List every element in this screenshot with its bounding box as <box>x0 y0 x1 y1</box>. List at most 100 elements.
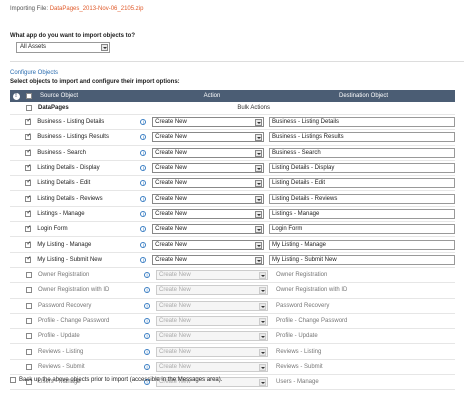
action-value: Create New <box>155 195 187 202</box>
row-checkbox[interactable] <box>25 117 32 126</box>
destination-input[interactable]: Listing Details - Edit <box>268 178 455 189</box>
action-select[interactable]: Create New <box>152 178 265 189</box>
destination-input[interactable]: Listings - Manage <box>268 208 455 219</box>
chevron-down-icon <box>259 272 266 280</box>
row-checkbox[interactable] <box>26 333 32 340</box>
select-all-checkbox[interactable] <box>26 93 32 99</box>
table-row: Listings - Manage i Create New Listings - M… <box>10 207 455 223</box>
chevron-down-icon <box>259 379 266 387</box>
info-icon[interactable]: i <box>140 119 147 126</box>
info-icon[interactable]: i <box>140 241 147 249</box>
app-select[interactable]: All Assets <box>16 42 110 53</box>
info-icon[interactable]: i <box>140 256 147 264</box>
instructions: Select objects to import and configure t… <box>10 79 180 85</box>
source-object: Profile - Update <box>38 333 80 340</box>
action-select[interactable]: Create New <box>156 361 268 372</box>
info-icon[interactable]: i <box>144 287 150 294</box>
action-select[interactable]: Create New <box>152 239 265 250</box>
row-checkbox[interactable] <box>26 287 32 294</box>
backup-checkbox[interactable] <box>10 377 16 383</box>
row-checkbox[interactable] <box>25 194 32 202</box>
configure-objects-label: Configure Objects <box>10 70 59 76</box>
group-checkbox[interactable] <box>26 105 32 111</box>
action-select[interactable]: Create New <box>152 147 265 158</box>
info-icon[interactable]: i <box>140 134 147 141</box>
destination-input[interactable]: Login Form <box>268 224 455 235</box>
chevron-down-icon <box>255 195 263 203</box>
source-object: Reviews - Submit <box>38 363 85 370</box>
row-checkbox[interactable] <box>25 178 32 187</box>
destination-text: Profile - Change Password <box>276 318 348 324</box>
destination-input[interactable]: Business - Listing Details <box>268 117 455 128</box>
row-checkbox[interactable] <box>26 348 32 355</box>
row-checkbox[interactable] <box>25 163 32 172</box>
action-select[interactable]: Create New <box>152 117 265 128</box>
row-checkbox[interactable] <box>25 132 32 141</box>
row-checkbox[interactable] <box>26 318 32 324</box>
action-select[interactable]: Create New <box>156 300 268 311</box>
action-value: Create New <box>159 333 191 340</box>
info-icon[interactable]: i <box>140 195 147 203</box>
action-select[interactable]: Create New <box>156 346 268 357</box>
destination-input[interactable]: Listing Details - Reviews <box>268 193 455 204</box>
info-icon[interactable]: i <box>144 302 150 310</box>
table-row: My Listing - Manage i Create New My Listing… <box>10 237 455 253</box>
row-checkbox[interactable] <box>25 224 32 233</box>
chevron-down-icon <box>255 149 263 157</box>
row-checkbox[interactable] <box>25 240 32 248</box>
row-checkbox[interactable] <box>25 148 32 156</box>
destination-input[interactable]: My Listing - Submit New <box>268 254 455 265</box>
action-select[interactable]: Create New <box>156 316 268 326</box>
bulk-actions-link[interactable]: Bulk Actions <box>154 105 274 111</box>
info-icon[interactable]: i <box>140 180 147 187</box>
destination-input[interactable]: Business - Search <box>268 147 455 158</box>
source-object: Owner Registration <box>38 272 90 279</box>
action-select[interactable]: Create New <box>156 285 268 296</box>
row-checkbox[interactable] <box>26 302 32 309</box>
importing-file-line: Importing File: DataPages_2013-Nov-06_21… <box>10 6 143 12</box>
action-select[interactable]: Create New <box>152 193 265 204</box>
info-icon[interactable]: i <box>140 226 147 233</box>
source-object: Owner Registration with ID <box>38 287 110 294</box>
action-value: Create New <box>155 149 187 156</box>
row-checkbox[interactable] <box>25 255 32 263</box>
info-icon[interactable]: i <box>144 348 150 356</box>
action-select[interactable]: Create New <box>152 224 265 235</box>
info-icon[interactable]: i <box>144 333 150 340</box>
info-icon[interactable]: i <box>144 272 150 279</box>
source-object: Business - Listing Details <box>37 119 105 126</box>
action-select[interactable]: Create New <box>152 132 265 143</box>
action-select[interactable]: Create New <box>152 208 265 219</box>
info-icon[interactable]: i <box>140 165 147 172</box>
action-value: Create New <box>159 302 191 309</box>
action-value: Create New <box>155 119 187 126</box>
header-destination: Destination Object <box>338 93 389 99</box>
destination-text: Owner Registration with ID <box>276 287 348 294</box>
action-select[interactable]: Create New <box>156 270 268 281</box>
action-select[interactable]: Create New <box>152 163 265 174</box>
destination-input[interactable]: Listing Details - Display <box>268 163 455 174</box>
destination-text: Password Recovery <box>276 302 330 309</box>
row-checkbox[interactable] <box>25 209 32 217</box>
chevron-down-icon <box>259 302 266 310</box>
info-icon[interactable]: i <box>140 149 147 157</box>
info-icon[interactable]: i <box>144 363 150 371</box>
table-row: Listing Details - Edit i Create New Listing… <box>10 176 455 192</box>
source-object: Listing Details - Reviews <box>37 195 103 202</box>
destination-input[interactable]: Business - Listings Results <box>268 132 455 143</box>
action-select[interactable]: Create New <box>152 254 265 265</box>
table-row: My Listing - Submit New i Create New My Lis… <box>10 253 455 268</box>
info-icon[interactable]: i <box>140 210 147 218</box>
action-select[interactable]: Create New <box>156 331 268 342</box>
source-object: Reviews - Listing <box>38 348 84 355</box>
info-icon[interactable]: i <box>144 318 150 325</box>
row-checkbox[interactable] <box>26 363 32 370</box>
chevron-down-icon <box>255 210 263 218</box>
source-object: Listings - Manage <box>37 210 85 217</box>
row-checkbox[interactable] <box>26 272 32 279</box>
table-row: Profile - Update i Create New Profile - Upd… <box>10 329 455 345</box>
destination-input[interactable]: My Listing - Manage <box>268 239 455 250</box>
chevron-down-icon <box>255 256 263 264</box>
source-object: Profile - Change Password <box>38 318 110 324</box>
chevron-down-icon <box>255 180 263 188</box>
